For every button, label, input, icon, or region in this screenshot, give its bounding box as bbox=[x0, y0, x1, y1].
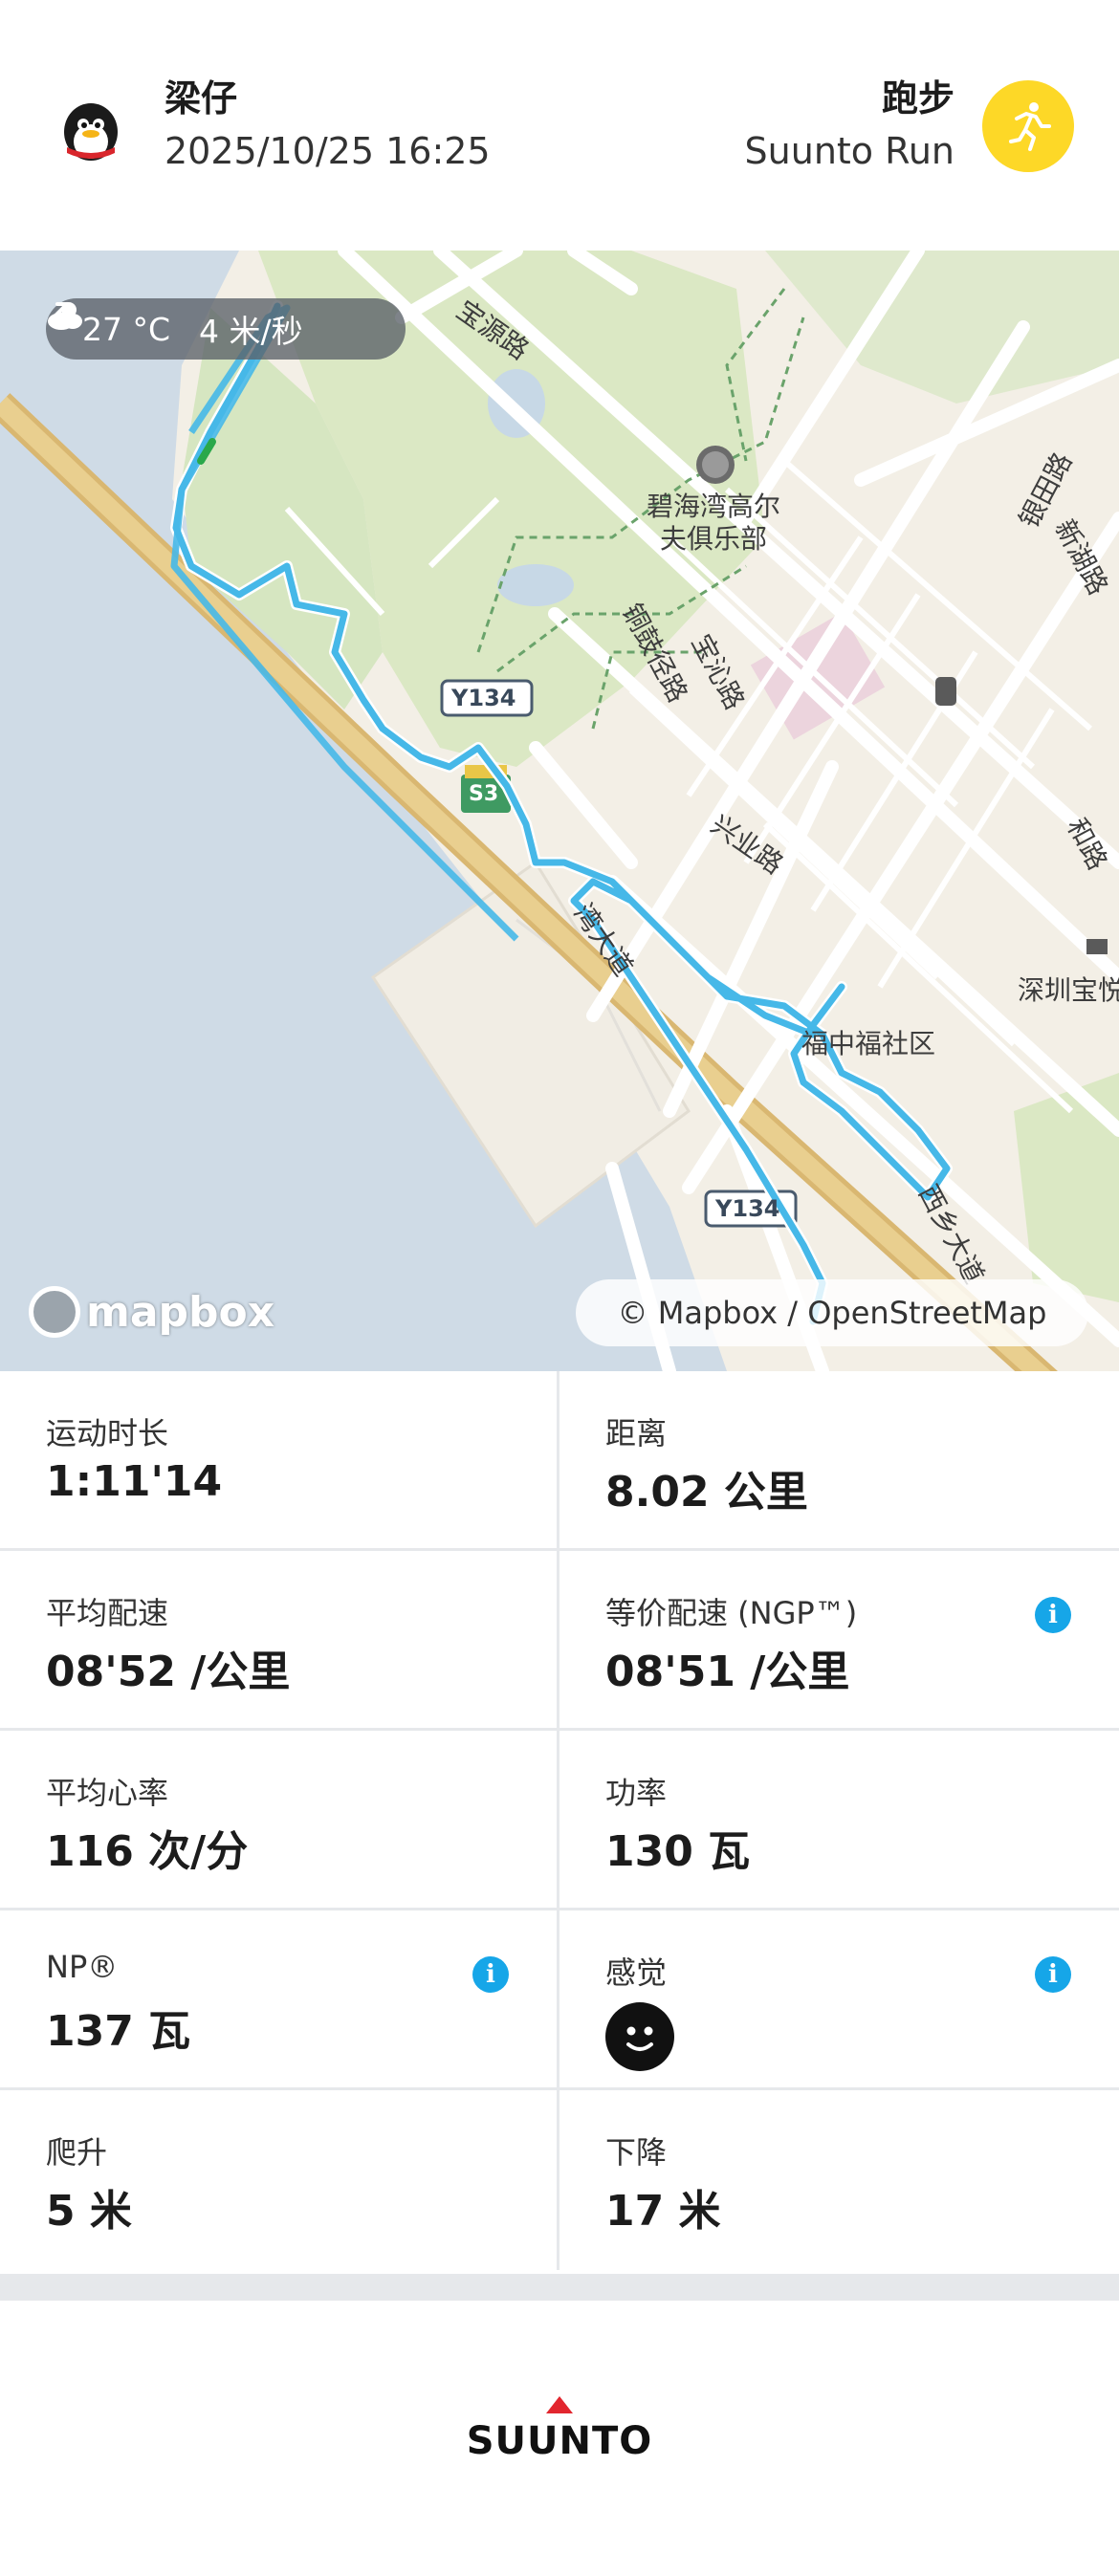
info-icon[interactable]: i bbox=[1035, 1597, 1071, 1633]
map-label-poi: 夫俱乐部 bbox=[660, 523, 768, 555]
brand-wordmark: SUUNTO bbox=[466, 2419, 653, 2463]
stat-label: 下降 bbox=[605, 2134, 668, 2171]
stat-power: 功率 130 瓦 bbox=[560, 1731, 1119, 1910]
map-label-poi: 福中福社区 bbox=[801, 1028, 936, 1059]
stat-value: 08'51 /公里 bbox=[605, 1648, 850, 1696]
stat-label: NP® bbox=[46, 1949, 119, 1985]
stat-label: 感觉 bbox=[605, 1954, 668, 1991]
info-icon[interactable]: i bbox=[1035, 1956, 1071, 1993]
mapbox-logo-icon bbox=[29, 1286, 80, 1338]
stat-ngp-pace: 等价配速 (NGP™) 08'51 /公里 i bbox=[560, 1551, 1119, 1731]
stat-label: 爬升 bbox=[46, 2134, 108, 2171]
map-attribution[interactable]: © Mapbox / OpenStreetMap bbox=[576, 1279, 1088, 1346]
section-divider bbox=[0, 2274, 1119, 2301]
stat-duration: 运动时长 1:11'14 bbox=[0, 1371, 560, 1551]
mapbox-logo[interactable]: mapbox bbox=[29, 1281, 277, 1343]
stat-ascent: 爬升 5 米 bbox=[0, 2090, 560, 2270]
stat-value: 08'52 /公里 bbox=[46, 1648, 291, 1696]
running-person-icon bbox=[982, 80, 1074, 172]
stat-value: 116 次/分 bbox=[46, 1827, 249, 1876]
smiley-face-icon bbox=[605, 2002, 674, 2071]
stat-value: 17 米 bbox=[605, 2187, 721, 2236]
expressway-shield-label: S3 bbox=[469, 782, 499, 806]
stat-avg-heart-rate: 平均心率 116 次/分 bbox=[0, 1731, 560, 1910]
stat-feeling: 感觉 i bbox=[560, 1910, 1119, 2090]
stat-value: 1:11'14 bbox=[46, 1457, 223, 1506]
suunto-logo-triangle-icon bbox=[546, 2396, 573, 2413]
map-label-poi: 深圳宝悦 bbox=[1018, 974, 1119, 1006]
stat-label: 运动时长 bbox=[46, 1415, 169, 1452]
temperature: 27 °C bbox=[82, 310, 171, 348]
stat-label: 功率 bbox=[605, 1775, 668, 1811]
stat-label: 等价配速 (NGP™) bbox=[605, 1595, 858, 1631]
highway-shield-label: Y134 bbox=[715, 1195, 780, 1222]
stat-value: 8.02 公里 bbox=[605, 1468, 808, 1517]
user-name[interactable]: 梁仔 bbox=[165, 69, 237, 121]
workout-header: 梁仔 2025/10/25 16:25 跑步 Suunto Run bbox=[0, 0, 1119, 251]
sport-type: 跑步 bbox=[881, 77, 954, 120]
stat-value: 130 瓦 bbox=[605, 1827, 751, 1876]
stat-label: 距离 bbox=[605, 1415, 668, 1452]
stat-label: 平均心率 bbox=[46, 1775, 169, 1811]
workout-datetime: 2025/10/25 16:25 bbox=[165, 130, 491, 172]
wind-speed: 4 米/秒 bbox=[199, 313, 303, 350]
avatar[interactable] bbox=[48, 84, 134, 170]
sport-mode: Suunto Run bbox=[744, 130, 954, 172]
route-map[interactable]: 27 °C 4 米/秒 宝源路 碧海湾高尔 夫俱乐部 银田路 新湖路 铜鼓径路 … bbox=[0, 251, 1119, 1371]
stat-value: 5 米 bbox=[46, 2187, 132, 2236]
info-icon[interactable]: i bbox=[472, 1956, 509, 1993]
stat-label: 平均配速 bbox=[46, 1595, 169, 1631]
stat-descent: 下降 17 米 bbox=[560, 2090, 1119, 2270]
highway-shield-label: Y134 bbox=[451, 685, 516, 711]
stat-normalized-power: NP® 137 瓦 i bbox=[0, 1910, 560, 2090]
suunto-logo: SUUNTO bbox=[0, 2396, 1119, 2463]
stat-avg-pace: 平均配速 08'52 /公里 bbox=[0, 1551, 560, 1731]
stat-value: 137 瓦 bbox=[46, 2007, 191, 2056]
weather-badge: 27 °C 4 米/秒 bbox=[46, 298, 406, 360]
stat-distance: 距离 8.02 公里 bbox=[560, 1371, 1119, 1551]
